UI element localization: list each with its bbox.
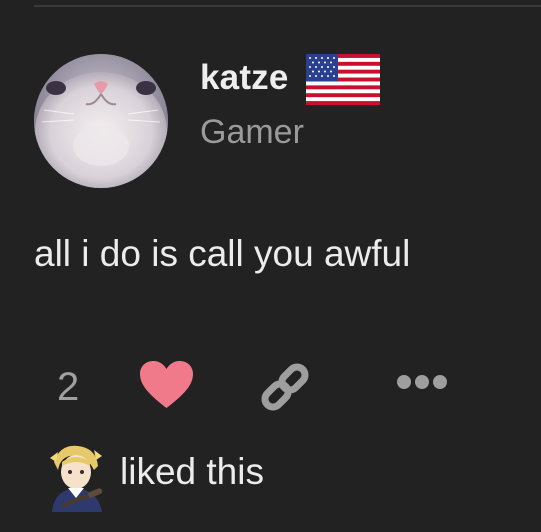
- liker-row: liked this: [0, 436, 541, 516]
- like-count[interactable]: 2: [57, 365, 79, 409]
- post-actions-bar: 2: [0, 350, 541, 420]
- more-options-icon[interactable]: [394, 370, 450, 394]
- us-flag-icon: [306, 54, 380, 105]
- liker-avatar[interactable]: [40, 440, 110, 512]
- author-avatar[interactable]: [34, 54, 168, 188]
- cat-face-avatar-icon: [34, 54, 168, 188]
- post-body-text: all i do is call you awful: [34, 233, 411, 274]
- heart-icon[interactable]: [139, 360, 194, 410]
- anime-soldier-avatar-icon: [50, 445, 103, 512]
- post-card: katze Gamer all i do is call you awful 2…: [0, 0, 541, 532]
- liked-this-text: liked this: [120, 451, 264, 492]
- author-username[interactable]: katze: [200, 58, 289, 98]
- author-tagline: Gamer: [200, 113, 304, 151]
- link-icon[interactable]: [256, 358, 314, 416]
